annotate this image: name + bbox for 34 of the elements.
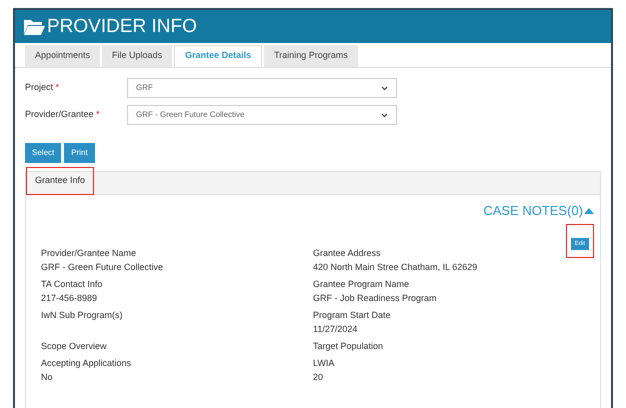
field-value: 217-456-8989: [41, 292, 98, 304]
select-field[interactable]: GRF - Green Future Collective: [127, 105, 397, 125]
tab[interactable]: Appointments: [25, 45, 100, 67]
select-field[interactable]: GRF: [127, 78, 397, 98]
field-value: GRF - Green Future Collective: [41, 262, 164, 272]
field-label: TA Contact Info: [41, 278, 104, 290]
tab[interactable]: Grantee Details: [174, 45, 262, 67]
chevron-down-icon: [381, 112, 388, 118]
field-label: Grantee Address: [313, 248, 382, 258]
field-value: 20: [313, 372, 324, 382]
field-label: Project *: [25, 81, 60, 94]
field-label: Provider/Grantee *: [25, 108, 101, 122]
case-notes-link[interactable]: CASE NOTES(0): [483, 201, 594, 220]
field-value: No: [41, 372, 54, 382]
action-button[interactable]: Print: [64, 143, 95, 163]
field-label: Program Start Date: [313, 310, 392, 320]
field-label: Accepting Applications: [41, 358, 132, 368]
panel-title: Grantee Info: [26, 167, 94, 195]
chevron-down-icon: [381, 86, 388, 90]
field-value: 420 North Main Stree Chatham, IL 62629: [313, 262, 478, 272]
tab[interactable]: File Uploads: [102, 45, 172, 67]
field-value: 11/27/2024: [313, 324, 358, 334]
tab[interactable]: Training Programs: [264, 45, 358, 67]
field-label: Scope Overview: [41, 340, 108, 352]
field-label: Target Population: [313, 340, 384, 352]
field-value: GRF - Job Readiness Program: [313, 292, 438, 304]
page-title: PROVIDER INFO: [47, 17, 197, 36]
field-label: Grantee Program Name: [313, 278, 410, 290]
field-label: IwN Sub Program(s): [41, 310, 124, 320]
field-label: LWIA: [313, 358, 336, 368]
folder-icon: [23, 18, 45, 35]
action-button[interactable]: Select: [25, 143, 62, 163]
field-label: Provider/Grantee Name: [41, 248, 138, 258]
caret-up-icon: [584, 208, 594, 214]
